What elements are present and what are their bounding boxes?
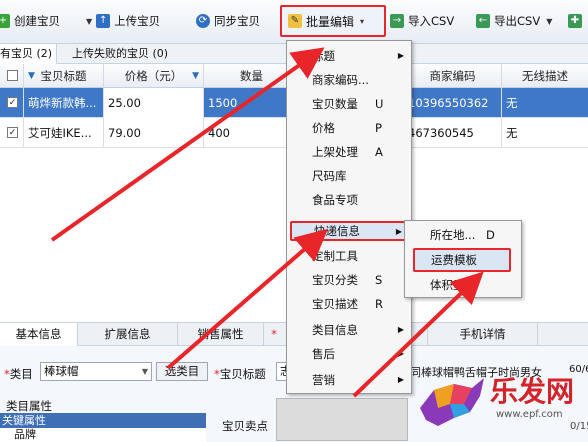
- bull-logo-icon: [420, 378, 484, 426]
- watermark-url: www.epf.com: [496, 409, 563, 420]
- arrow-to-shipping-info: [166, 228, 329, 370]
- arrow-to-batch-edit: [50, 47, 325, 242]
- watermark-text: 乐发网: [490, 375, 575, 408]
- watermark: 乐发网 www.epf.com: [414, 364, 588, 441]
